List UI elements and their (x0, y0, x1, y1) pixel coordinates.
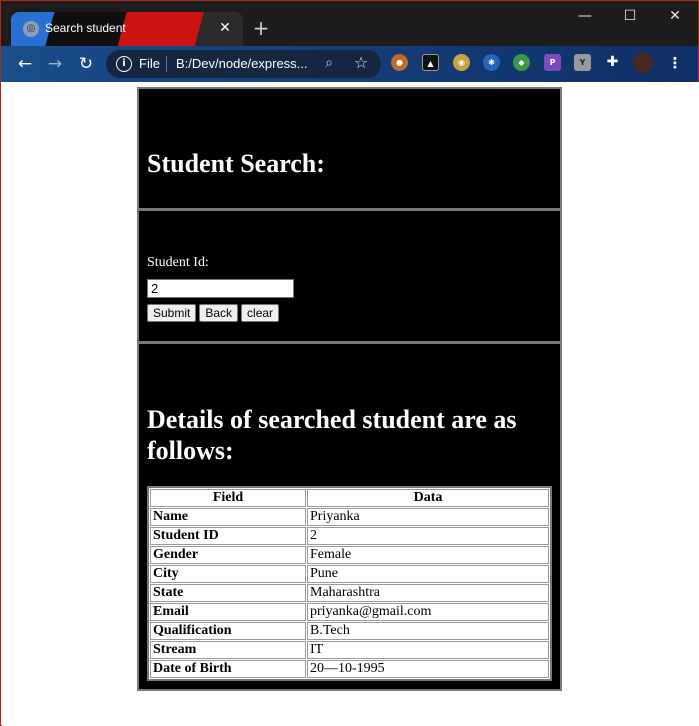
table-row: State Maharashtra (150, 584, 549, 602)
form-buttons: Submit Back clear (147, 304, 560, 322)
data-cell: B.Tech (307, 622, 549, 640)
star-icon[interactable]: ☆ (351, 53, 371, 73)
field-cell: Date of Birth (150, 660, 306, 678)
column-header-field: Field (150, 489, 306, 507)
gear-extension-icon[interactable]: ✱ (483, 54, 500, 71)
new-tab-button[interactable]: + (251, 18, 271, 38)
data-cell: 2 (307, 527, 549, 545)
pdf-extension-icon[interactable]: P (544, 54, 561, 71)
info-icon[interactable]: i (116, 56, 132, 72)
field-cell: Email (150, 603, 306, 621)
table-row: Stream IT (150, 641, 549, 659)
student-panel: Student Search: Student Id: Submit Back … (137, 87, 562, 691)
student-id-label: Student Id: (147, 255, 209, 270)
field-cell: Stream (150, 641, 306, 659)
field-cell: Gender (150, 546, 306, 564)
address-bar[interactable]: i File B:/Dev/node/express... (106, 50, 381, 78)
data-cell: IT (307, 641, 549, 659)
field-cell: Student ID (150, 527, 306, 545)
table-row: Email priyanka@gmail.com (150, 603, 549, 621)
search-form: Student Id: Submit Back clear (139, 211, 560, 344)
submit-button[interactable]: Submit (147, 304, 197, 322)
close-window-button[interactable]: ✕ (652, 1, 698, 31)
data-cell: 20—10-1995 (307, 660, 549, 678)
tab-title: Search student (45, 21, 126, 35)
data-cell: priyanka@gmail.com (307, 603, 549, 621)
puzzle-icon[interactable]: ✚ (604, 54, 621, 71)
globe-icon: ◎ (23, 21, 39, 37)
menu-icon[interactable]: ⋮ (665, 53, 685, 73)
face-extension-icon[interactable]: ◉ (453, 54, 470, 71)
table-header-row: Field Data (150, 489, 549, 507)
back-arrow-icon[interactable]: ← (13, 52, 37, 76)
page-title: Student Search: (147, 149, 325, 178)
tab-search-student[interactable]: ◎ Search student ✕ (11, 12, 243, 46)
browser-toolbar: ← → ↻ i File B:/Dev/node/express... (1, 46, 698, 82)
table-row: Student ID 2 (150, 527, 549, 545)
address-divider (166, 56, 167, 72)
data-cell: Maharashtra (307, 584, 549, 602)
green-extension-icon[interactable]: ◆ (513, 54, 530, 71)
results-section: Details of searched student are as follo… (139, 344, 560, 689)
scheme-label: File (139, 56, 160, 71)
table-row: Name Priyanka (150, 508, 549, 526)
title-section: Student Search: (139, 89, 560, 211)
table-row: Qualification B.Tech (150, 622, 549, 640)
cookie-extension-icon[interactable]: ● (391, 54, 408, 71)
minimize-button[interactable]: — (562, 1, 608, 31)
profile-avatar[interactable] (633, 53, 653, 73)
dark-extension-icon[interactable]: ▲ (422, 54, 439, 71)
column-header-data: Data (307, 489, 549, 507)
reload-icon[interactable]: ↻ (74, 52, 98, 76)
tab-close-icon[interactable]: ✕ (215, 18, 235, 38)
student-id-input[interactable] (147, 279, 294, 298)
table-row: Date of Birth 20—10-1995 (150, 660, 549, 678)
zoom-icon[interactable]: ⌕ (319, 53, 339, 73)
data-cell: Female (307, 546, 549, 564)
data-cell: Priyanka (307, 508, 549, 526)
table-row: City Pune (150, 565, 549, 583)
title-bar: ◎ Search student ✕ + — ☐ ✕ (1, 1, 698, 46)
details-table: Field Data Name Priyanka Student ID 2 Gend… (147, 486, 552, 681)
page-viewport: Student Search: Student Id: Submit Back … (2, 82, 699, 726)
field-cell: State (150, 584, 306, 602)
results-heading: Details of searched student are as follo… (147, 405, 517, 465)
field-cell: Qualification (150, 622, 306, 640)
field-cell: Name (150, 508, 306, 526)
back-button[interactable]: Back (199, 304, 239, 322)
table-row: Gender Female (150, 546, 549, 564)
browser-window: ◎ Search student ✕ + — ☐ ✕ ← → ↻ i File … (0, 0, 699, 726)
field-cell: City (150, 565, 306, 583)
clear-button[interactable]: clear (241, 304, 280, 322)
maximize-button[interactable]: ☐ (607, 1, 653, 31)
y-extension-icon[interactable]: Y (574, 54, 591, 71)
forward-arrow-icon[interactable]: → (43, 52, 67, 76)
url-text[interactable]: B:/Dev/node/express... (176, 56, 308, 71)
data-cell: Pune (307, 565, 549, 583)
